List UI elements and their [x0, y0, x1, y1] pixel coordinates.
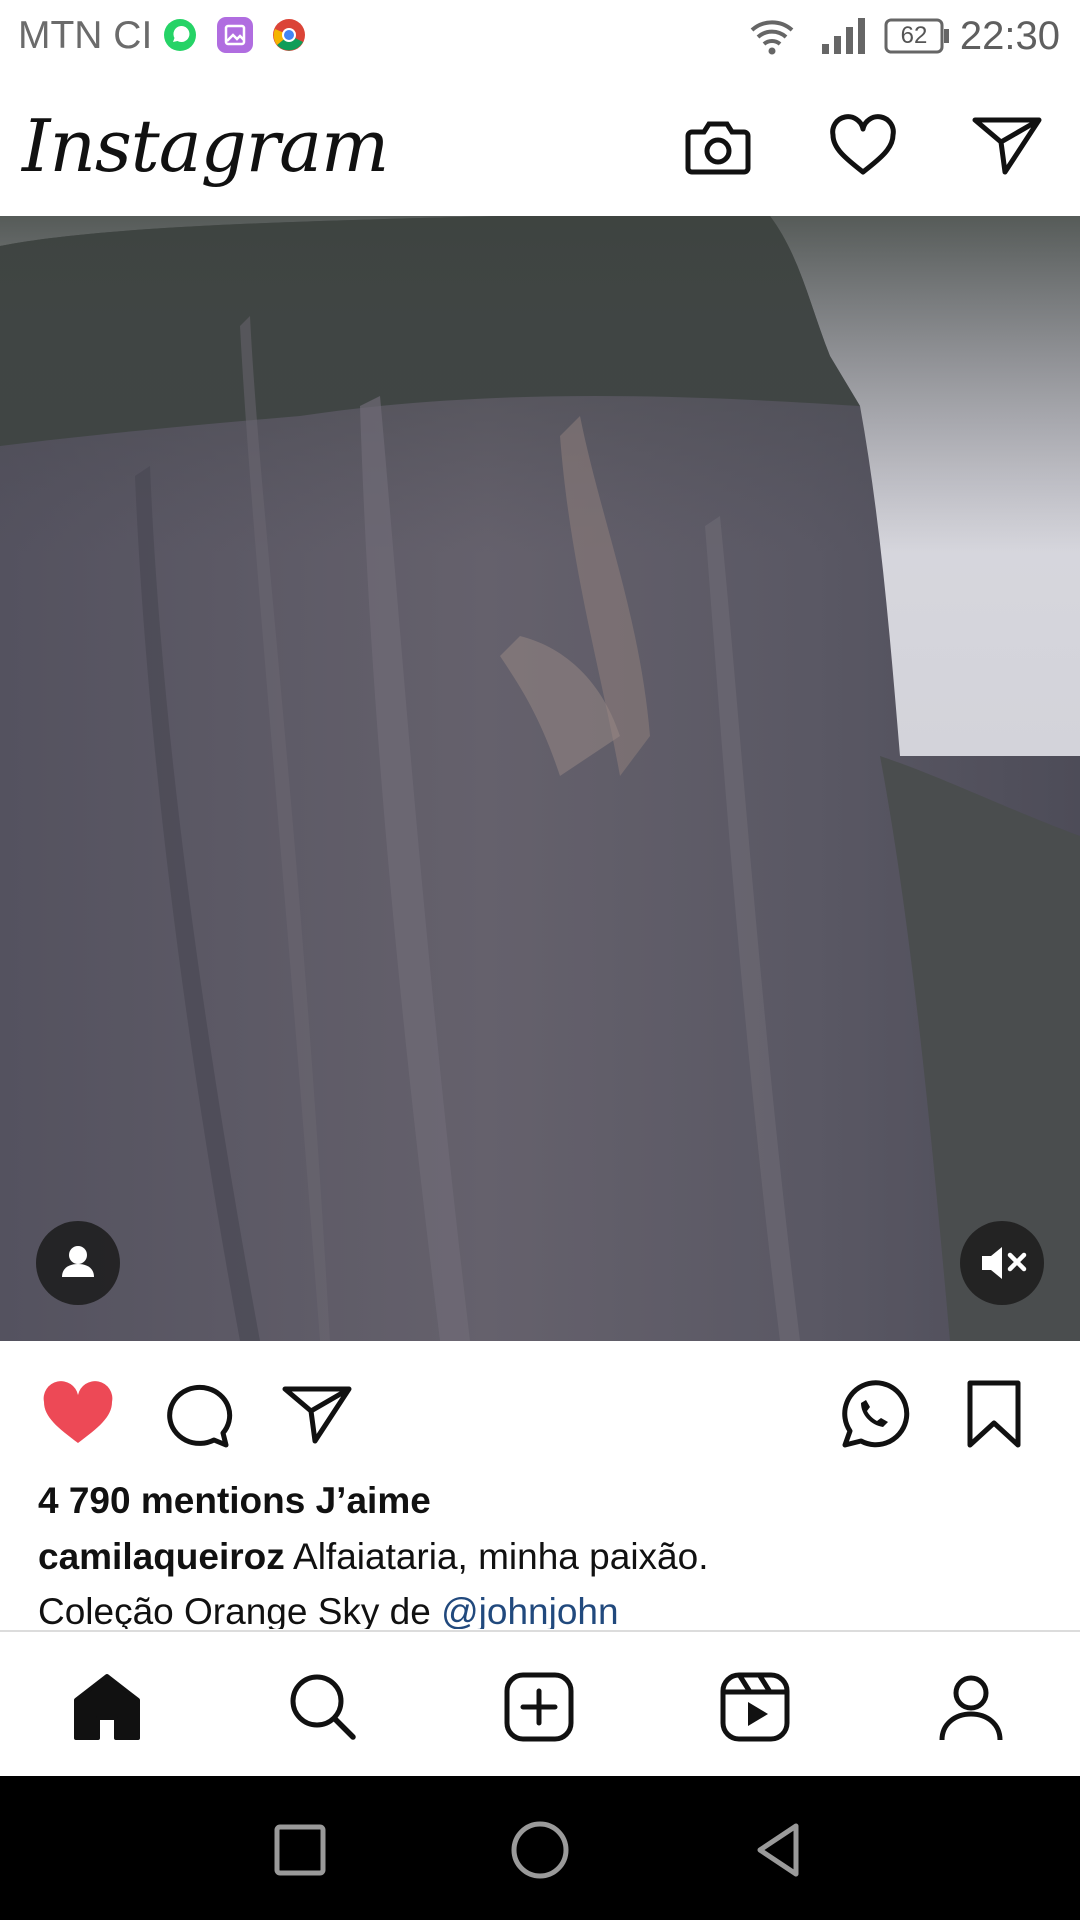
battery-level: 62 [900, 22, 928, 49]
caption-line-2: Coleção Orange Sky de @johnjohn [38, 1591, 619, 1629]
status-bar: MTN CI 62 22:30 [0, 0, 1080, 76]
heart-icon[interactable] [823, 106, 903, 186]
camera-icon[interactable] [678, 106, 758, 186]
search-icon[interactable] [286, 1670, 360, 1744]
caption-text-2: Coleção Orange Sky de [38, 1591, 442, 1629]
share-icon[interactable] [277, 1375, 357, 1455]
reels-icon[interactable] [718, 1670, 792, 1744]
whatsapp-icon [162, 17, 198, 53]
carrier-name: MTN CI [18, 14, 153, 57]
home-circle-icon[interactable] [508, 1818, 572, 1882]
profile-icon[interactable] [934, 1670, 1008, 1744]
home-icon[interactable] [70, 1670, 144, 1744]
tagged-people-button[interactable] [36, 1221, 120, 1305]
caption: camilaqueiroz Alfaiataria, minha paixão. [38, 1536, 708, 1578]
recents-icon[interactable] [268, 1818, 332, 1882]
back-icon[interactable] [748, 1818, 812, 1882]
system-nav-bar [0, 1776, 1080, 1920]
cliff-image [0, 216, 1080, 1341]
whatsapp-share-icon[interactable] [833, 1375, 913, 1455]
mention-link[interactable]: @johnjohn [441, 1591, 618, 1629]
instagram-logo[interactable]: Instagram [22, 104, 389, 188]
post-video[interactable] [0, 216, 1080, 1341]
gallery-icon [217, 17, 253, 53]
direct-send-icon[interactable] [967, 106, 1047, 186]
new-post-icon[interactable] [502, 1670, 576, 1744]
comment-icon[interactable] [157, 1375, 237, 1455]
chrome-icon [271, 17, 307, 53]
battery-icon: 62 [884, 18, 950, 54]
bottom-nav [0, 1630, 1080, 1778]
wifi-icon [748, 16, 796, 56]
post-username[interactable]: camilaqueiroz [38, 1536, 285, 1577]
clock: 22:30 [959, 14, 1060, 58]
signal-icon [822, 16, 868, 56]
like-icon[interactable] [38, 1375, 118, 1455]
bookmark-icon[interactable] [954, 1375, 1034, 1455]
mute-button[interactable] [960, 1221, 1044, 1305]
like-count[interactable]: 4 790 mentions J’aime [38, 1480, 431, 1522]
caption-text: Alfaiataria, minha paixão. [293, 1536, 709, 1577]
top-header: Instagram [0, 76, 1080, 216]
